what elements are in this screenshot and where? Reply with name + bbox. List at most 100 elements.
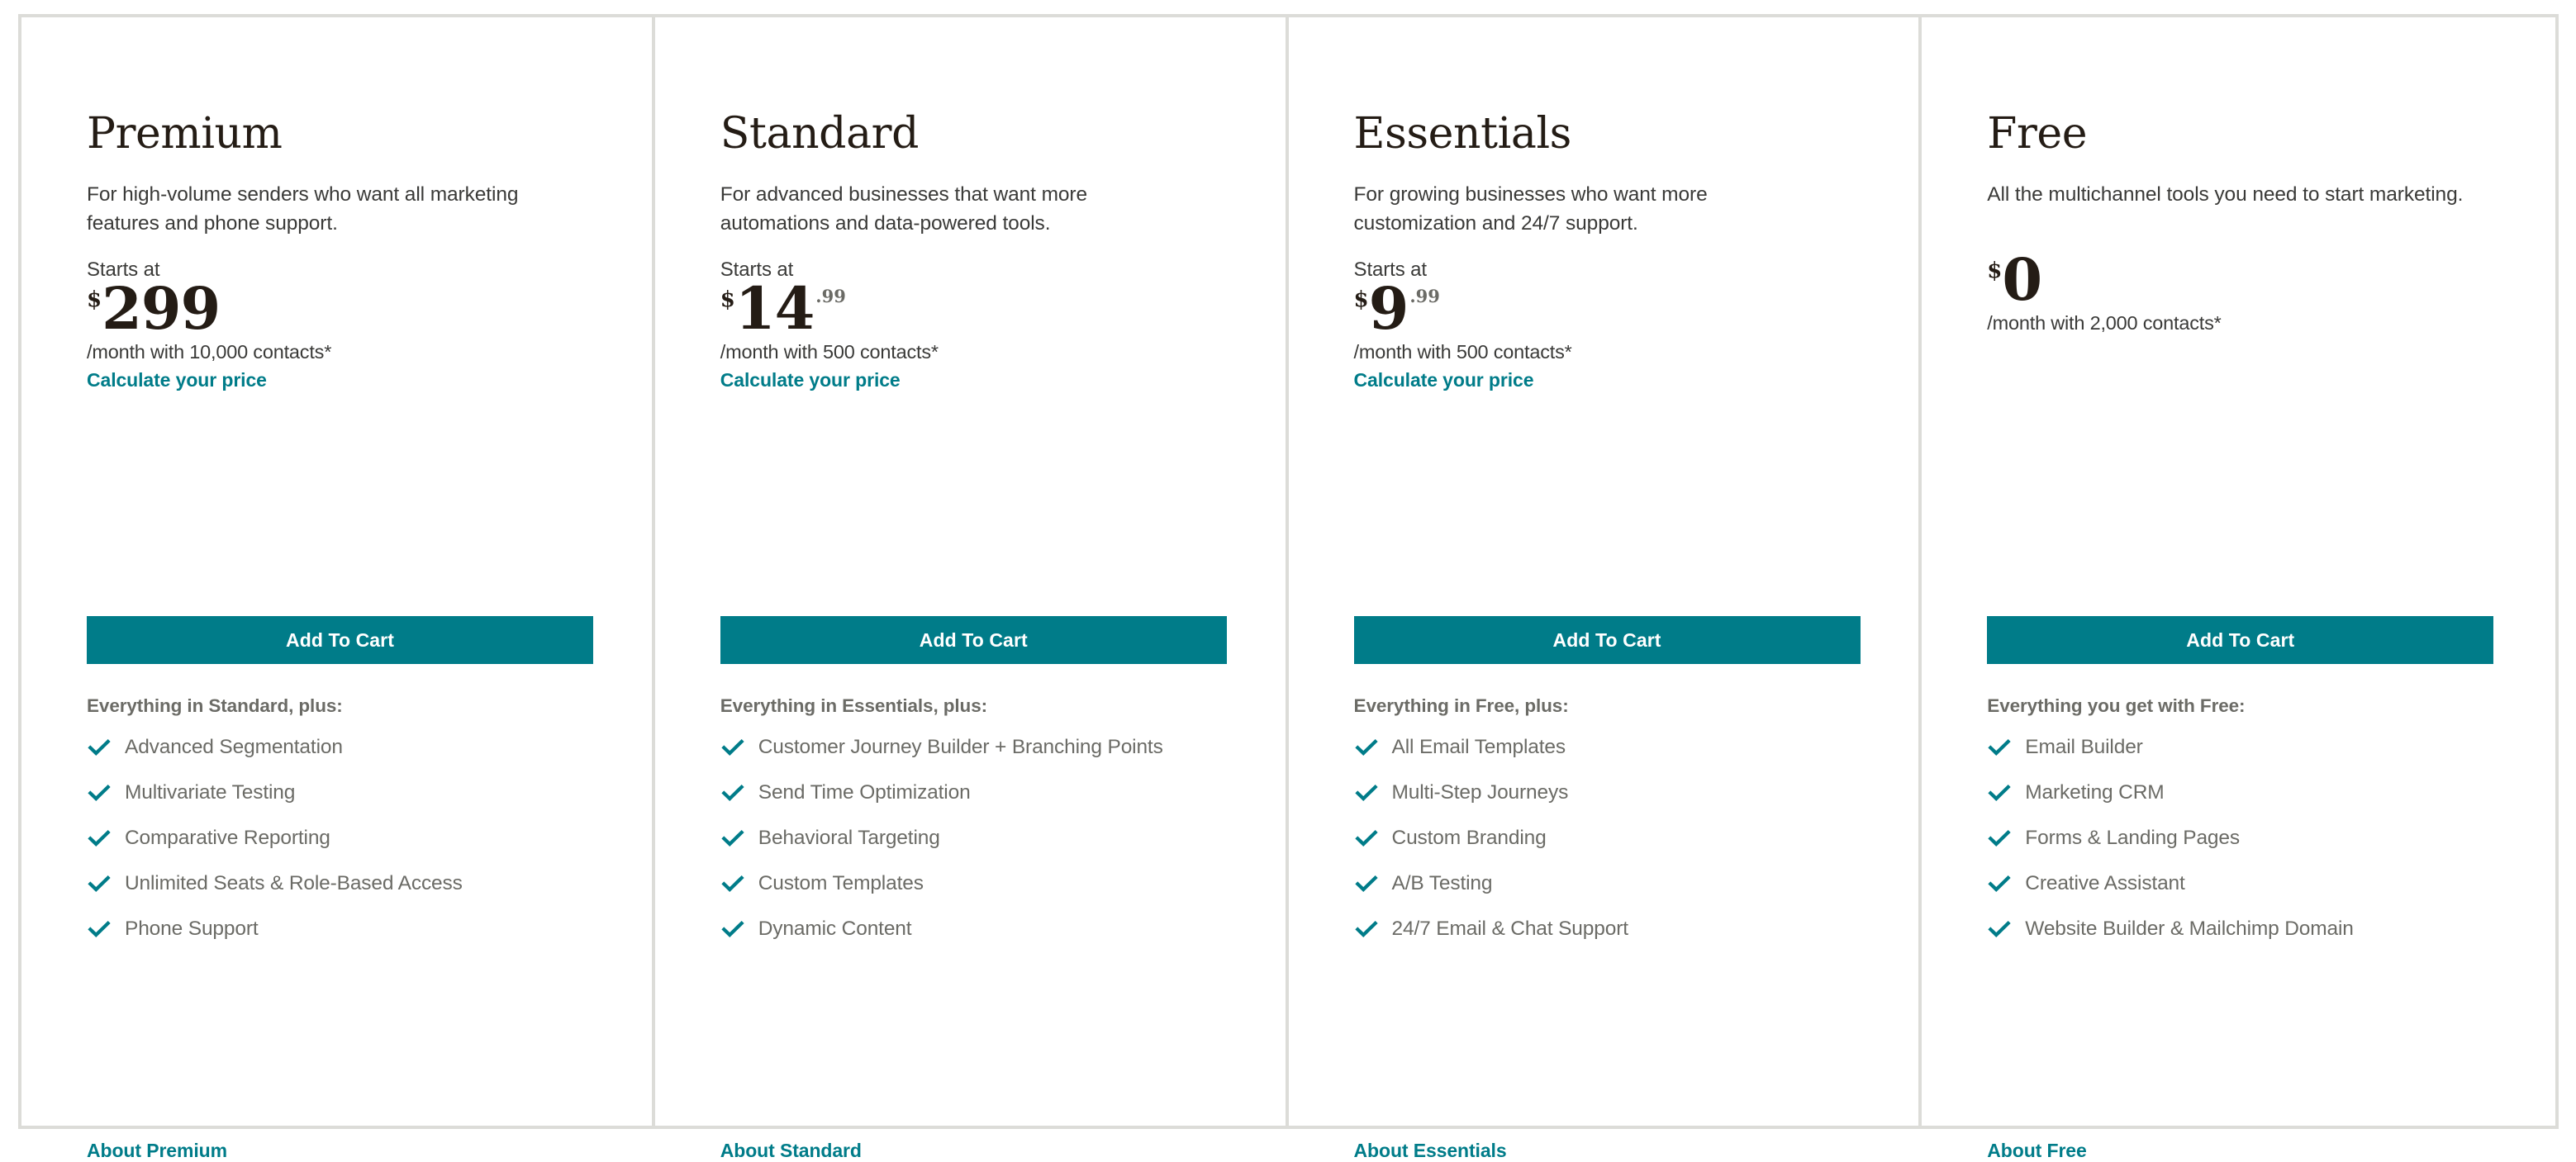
list-item: Send Time Optimization: [720, 778, 1233, 808]
price-cents: .99: [815, 285, 846, 306]
price-note: /month with 500 contacts*: [720, 340, 939, 363]
features-heading: Everything in Free, plus:: [1353, 695, 1569, 716]
plan-column-standard: Standard For advanced businesses that wa…: [655, 17, 1289, 1161]
list-item: Multivariate Testing: [87, 778, 599, 808]
price-cents: .99: [1409, 285, 1440, 306]
feature-label: Marketing CRM: [2025, 781, 2165, 804]
calculate-price-link[interactable]: Calculate your price: [720, 369, 901, 391]
list-item: Customer Journey Builder + Branching Poi…: [720, 733, 1233, 762]
check-icon: [1354, 917, 1379, 941]
plan-column-free: Free All the multichannel tools you need…: [1922, 17, 2555, 1161]
plan-title: Free: [1987, 109, 2088, 159]
add-to-cart-button[interactable]: Add To Cart: [87, 616, 593, 664]
plan-title: Essentials: [1353, 109, 1572, 159]
check-icon: [1354, 735, 1379, 760]
feature-label: Phone Support: [125, 918, 259, 941]
calculate-price-link[interactable]: Calculate your price: [1354, 369, 1534, 391]
feature-label: Comparative Reporting: [125, 827, 330, 850]
list-item: A/B Testing: [1354, 869, 1866, 899]
feature-label: Multivariate Testing: [125, 781, 296, 804]
add-to-cart-button[interactable]: Add To Cart: [720, 616, 1227, 664]
about-plan-link[interactable]: About Premium: [87, 1140, 227, 1162]
plan-description: For advanced businesses that want more a…: [720, 183, 1088, 235]
list-item: Dynamic Content: [720, 914, 1233, 944]
about-plan-link[interactable]: About Essentials: [1354, 1140, 1507, 1162]
starts-at-label: Starts at: [1353, 258, 1428, 281]
pricing-plans-card: Premium For high-volume senders who want…: [18, 14, 2559, 1161]
check-icon: [1987, 735, 2012, 760]
check-icon: [720, 826, 745, 851]
plan-column-premium: Premium For high-volume senders who want…: [21, 17, 655, 1161]
features-section: Everything in Free, plus: All Email Temp…: [1354, 695, 1866, 960]
feature-list: Customer Journey Builder + Branching Poi…: [720, 733, 1233, 944]
currency-symbol: $: [1353, 287, 1369, 312]
feature-label: Multi-Step Journeys: [1391, 781, 1569, 804]
list-item: All Email Templates: [1354, 733, 1866, 762]
feature-label: Unlimited Seats & Role-Based Access: [125, 872, 463, 895]
check-icon: [1987, 871, 2012, 896]
price-note: /month with 500 contacts*: [1353, 340, 1572, 363]
feature-label: 24/7 Email & Chat Support: [1391, 918, 1628, 941]
feature-label: Email Builder: [2025, 736, 2143, 759]
feature-list: Email Builder Marketing CRM Forms & Land…: [1987, 733, 2499, 944]
price-amount: 299: [102, 273, 221, 343]
price-amount: 14: [734, 273, 815, 343]
check-icon: [1354, 871, 1379, 896]
price-block: Starts at $ 9 .99 /month with 500 contac…: [1353, 258, 1886, 391]
features-heading: Everything in Essentials, plus:: [720, 695, 988, 716]
list-item: Creative Assistant: [1987, 869, 2499, 899]
price-row: $ 0: [1987, 250, 2522, 310]
about-plan-link[interactable]: About Free: [1987, 1140, 2086, 1162]
list-item: Behavioral Targeting: [720, 823, 1233, 853]
price-block: $ 0 /month with 2,000 contacts*: [1987, 230, 2522, 363]
check-icon: [87, 735, 112, 760]
currency-symbol: $: [87, 287, 102, 312]
plan-description: All the multichannel tools you need to s…: [1987, 183, 2464, 206]
price-amount: 9: [1368, 273, 1409, 343]
price-block: Starts at $ 299 /month with 10,000 conta…: [87, 258, 619, 391]
check-icon: [87, 917, 112, 941]
feature-label: Custom Templates: [758, 872, 924, 895]
list-item: Website Builder & Mailchimp Domain: [1987, 914, 2499, 944]
check-icon: [720, 917, 745, 941]
currency-symbol: $: [720, 287, 735, 312]
add-to-cart-button[interactable]: Add To Cart: [1353, 616, 1861, 664]
plan-description: For growing businesses who want more cus…: [1353, 183, 1708, 235]
feature-label: Customer Journey Builder + Branching Poi…: [758, 736, 1163, 759]
price-note: /month with 2,000 contacts*: [1987, 311, 2222, 334]
check-icon: [720, 735, 745, 760]
features-section: Everything in Standard, plus: Advanced S…: [87, 695, 599, 960]
plan-column-essentials: Essentials For growing businesses who wa…: [1289, 17, 1922, 1161]
price-row: $ 14 .99: [720, 273, 1252, 343]
feature-label: Forms & Landing Pages: [2025, 827, 2240, 850]
feature-label: Dynamic Content: [758, 918, 912, 941]
feature-label: Website Builder & Mailchimp Domain: [2025, 918, 2354, 941]
list-item: Phone Support: [87, 914, 599, 944]
list-item: Comparative Reporting: [87, 823, 599, 853]
list-item: Multi-Step Journeys: [1354, 778, 1866, 808]
feature-label: Custom Branding: [1391, 827, 1547, 850]
price-row: $ 9 .99: [1353, 273, 1886, 343]
check-icon: [1354, 826, 1379, 851]
list-item: Custom Templates: [720, 869, 1233, 899]
features-heading: Everything in Standard, plus:: [87, 695, 343, 716]
check-icon: [1354, 780, 1379, 805]
check-icon: [87, 826, 112, 851]
add-to-cart-button[interactable]: Add To Cart: [1987, 616, 2494, 664]
about-plan-link[interactable]: About Standard: [720, 1140, 862, 1162]
list-item: Advanced Segmentation: [87, 733, 599, 762]
check-icon: [1987, 917, 2012, 941]
plan-title: Standard: [720, 109, 920, 159]
check-icon: [720, 780, 745, 805]
feature-label: A/B Testing: [1391, 872, 1493, 895]
feature-label: Behavioral Targeting: [758, 827, 940, 850]
plan-description: For high-volume senders who want all mar…: [87, 183, 519, 235]
feature-list: Advanced Segmentation Multivariate Testi…: [87, 733, 599, 944]
feature-label: Send Time Optimization: [758, 781, 971, 804]
features-section: Everything in Essentials, plus: Customer…: [720, 695, 1233, 960]
features-section: Everything you get with Free: Email Buil…: [1987, 695, 2499, 960]
list-item: 24/7 Email & Chat Support: [1354, 914, 1866, 944]
calculate-price-link[interactable]: Calculate your price: [87, 369, 267, 391]
check-icon: [1987, 780, 2012, 805]
price-block: Starts at $ 14 .99 /month with 500 conta…: [720, 258, 1252, 391]
